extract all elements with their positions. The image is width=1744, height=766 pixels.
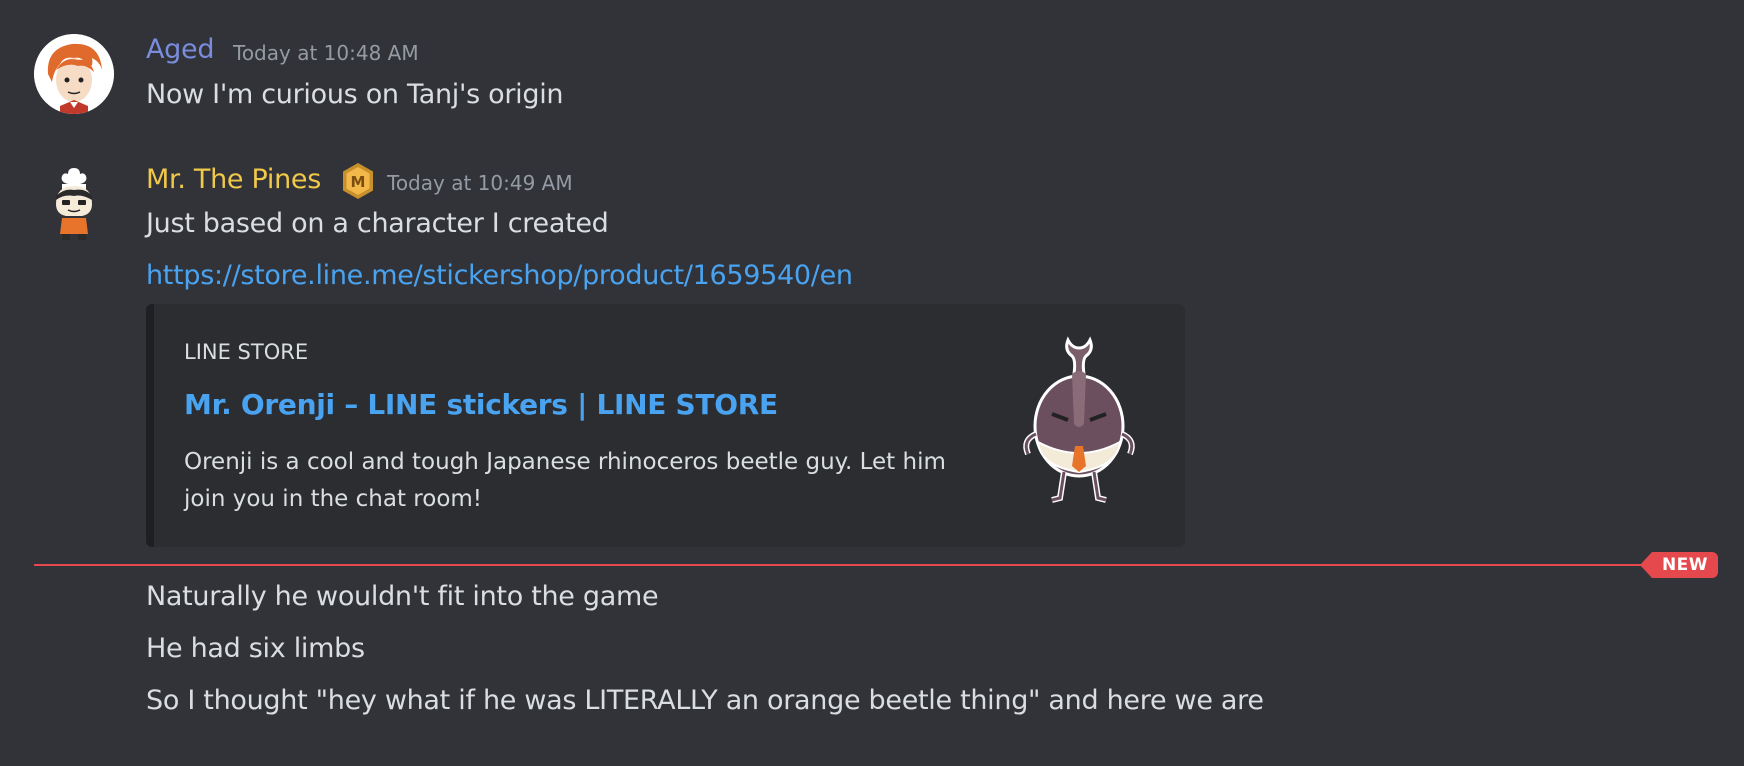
username-mr-the-pines[interactable]: Mr. The Pines — [146, 164, 321, 195]
message-text: Now I'm curious on Tanj's origin — [146, 79, 564, 110]
timestamp[interactable]: Today at 10:48 AM — [233, 41, 419, 65]
message-text: Naturally he wouldn't fit into the game — [146, 581, 659, 612]
username-aged[interactable]: Aged — [146, 34, 214, 65]
link-embed: LINE STORE Mr. Orenji – LINE stickers | … — [146, 304, 1185, 547]
message-text: Just based on a character I created — [146, 208, 609, 239]
message-link[interactable]: https://store.line.me/stickershop/produc… — [146, 260, 853, 291]
timestamp[interactable]: Today at 10:49 AM — [387, 171, 573, 195]
new-messages-divider — [34, 564, 1654, 566]
avatar-mr-the-pines[interactable] — [34, 164, 114, 244]
chat-message-list: Aged Today at 10:48 AM Now I'm curious o… — [0, 0, 1744, 766]
orange-hair-portrait-icon — [34, 34, 114, 114]
badge-letter: M — [351, 173, 366, 191]
embed-provider: LINE STORE — [184, 340, 309, 364]
hexagon-m-badge-icon[interactable]: M — [341, 162, 375, 200]
new-messages-badge: NEW — [1640, 552, 1718, 578]
rhinoceros-beetle-sticker-icon[interactable] — [1014, 334, 1144, 504]
message-text: So I thought "hey what if he was LITERAL… — [146, 685, 1264, 716]
avatar-aged[interactable] — [34, 34, 114, 114]
chef-character-icon — [56, 168, 92, 240]
message-text: He had six limbs — [146, 633, 365, 664]
embed-title-link[interactable]: Mr. Orenji – LINE stickers | LINE STORE — [184, 388, 778, 421]
embed-description: Orenji is a cool and tough Japanese rhin… — [184, 449, 946, 512]
